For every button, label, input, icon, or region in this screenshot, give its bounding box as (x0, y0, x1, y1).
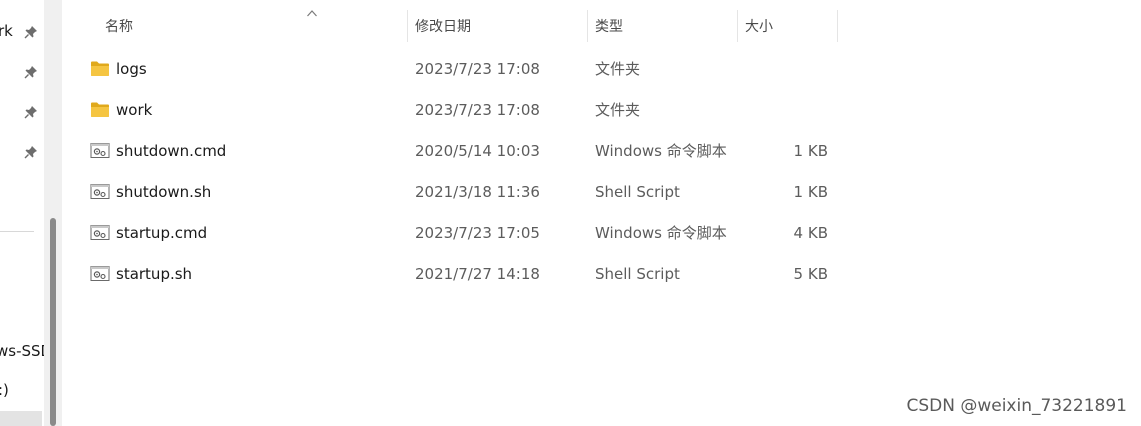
nav-divider (0, 231, 34, 232)
watermark: CSDN @weixin_73221891 (906, 396, 1127, 416)
pin-icon (24, 26, 37, 39)
file-date: 2023/7/23 17:05 (415, 224, 540, 242)
file-size: 5 KB (793, 265, 828, 283)
column-header-size[interactable]: 大小 (745, 8, 773, 44)
column-header-date[interactable]: 修改日期 (415, 8, 471, 44)
column-divider[interactable] (837, 10, 838, 42)
script-file-icon (90, 184, 110, 199)
nav-item-label: rk (0, 22, 13, 40)
file-name: work (116, 101, 153, 119)
file-size (762, 89, 828, 129)
pin-icon (24, 106, 37, 119)
file-size: 1 KB (793, 142, 828, 160)
file-name: shutdown.cmd (116, 142, 227, 160)
file-type: Windows 命令脚本 (595, 142, 727, 160)
file-name: startup.sh (116, 265, 193, 283)
file-date: 2023/7/23 17:08 (415, 101, 540, 119)
file-size: 1 KB (793, 183, 828, 201)
column-header-name[interactable]: 名称 (105, 8, 133, 44)
column-divider[interactable] (407, 10, 408, 42)
script-file-icon (90, 225, 110, 240)
pin-icon (24, 66, 37, 79)
nav-item-selected[interactable] (0, 411, 42, 426)
column-divider[interactable] (737, 10, 738, 42)
file-row[interactable]: startup.sh 2021/7/27 14:18 Shell Script … (62, 253, 882, 293)
pin-icon (24, 146, 37, 159)
file-row[interactable]: shutdown.cmd 2020/5/14 10:03 Windows 命令脚… (62, 130, 882, 170)
file-name: shutdown.sh (116, 183, 212, 201)
column-header-type[interactable]: 类型 (595, 8, 623, 44)
script-file-icon (90, 266, 110, 281)
folder-icon (91, 61, 109, 76)
file-row[interactable]: work 2023/7/23 17:08 文件夹 (62, 89, 882, 129)
file-row[interactable]: shutdown.sh 2021/3/18 11:36 Shell Script… (62, 171, 882, 211)
sort-ascending-icon (307, 10, 317, 17)
file-date: 2020/5/14 10:03 (415, 142, 540, 160)
folder-icon (91, 102, 109, 117)
file-name: startup.cmd (116, 224, 208, 242)
file-size: 4 KB (793, 224, 828, 242)
navigation-pane: rk ws-SSD :) (0, 0, 44, 426)
file-row[interactable]: logs 2023/7/23 17:08 文件夹 (62, 48, 882, 88)
file-type: Windows 命令脚本 (595, 224, 727, 242)
file-type: 文件夹 (595, 101, 641, 119)
column-header: 名称 修改日期 类型 大小 (62, 8, 1141, 44)
script-file-icon (90, 143, 110, 158)
file-date: 2023/7/23 17:08 (415, 60, 540, 78)
file-type: Shell Script (595, 183, 680, 201)
file-row[interactable]: startup.cmd 2023/7/23 17:05 Windows 命令脚本… (62, 212, 882, 252)
nav-item-label: :) (0, 381, 9, 399)
file-date: 2021/3/18 11:36 (415, 183, 540, 201)
column-divider[interactable] (587, 10, 588, 42)
nav-item-label: ws-SSD (0, 342, 44, 360)
file-type: 文件夹 (595, 60, 641, 78)
file-date: 2021/7/27 14:18 (415, 265, 540, 283)
file-size (762, 48, 828, 88)
file-type: Shell Script (595, 265, 680, 283)
file-name: logs (116, 60, 147, 78)
nav-scrollbar-thumb[interactable] (50, 218, 56, 426)
